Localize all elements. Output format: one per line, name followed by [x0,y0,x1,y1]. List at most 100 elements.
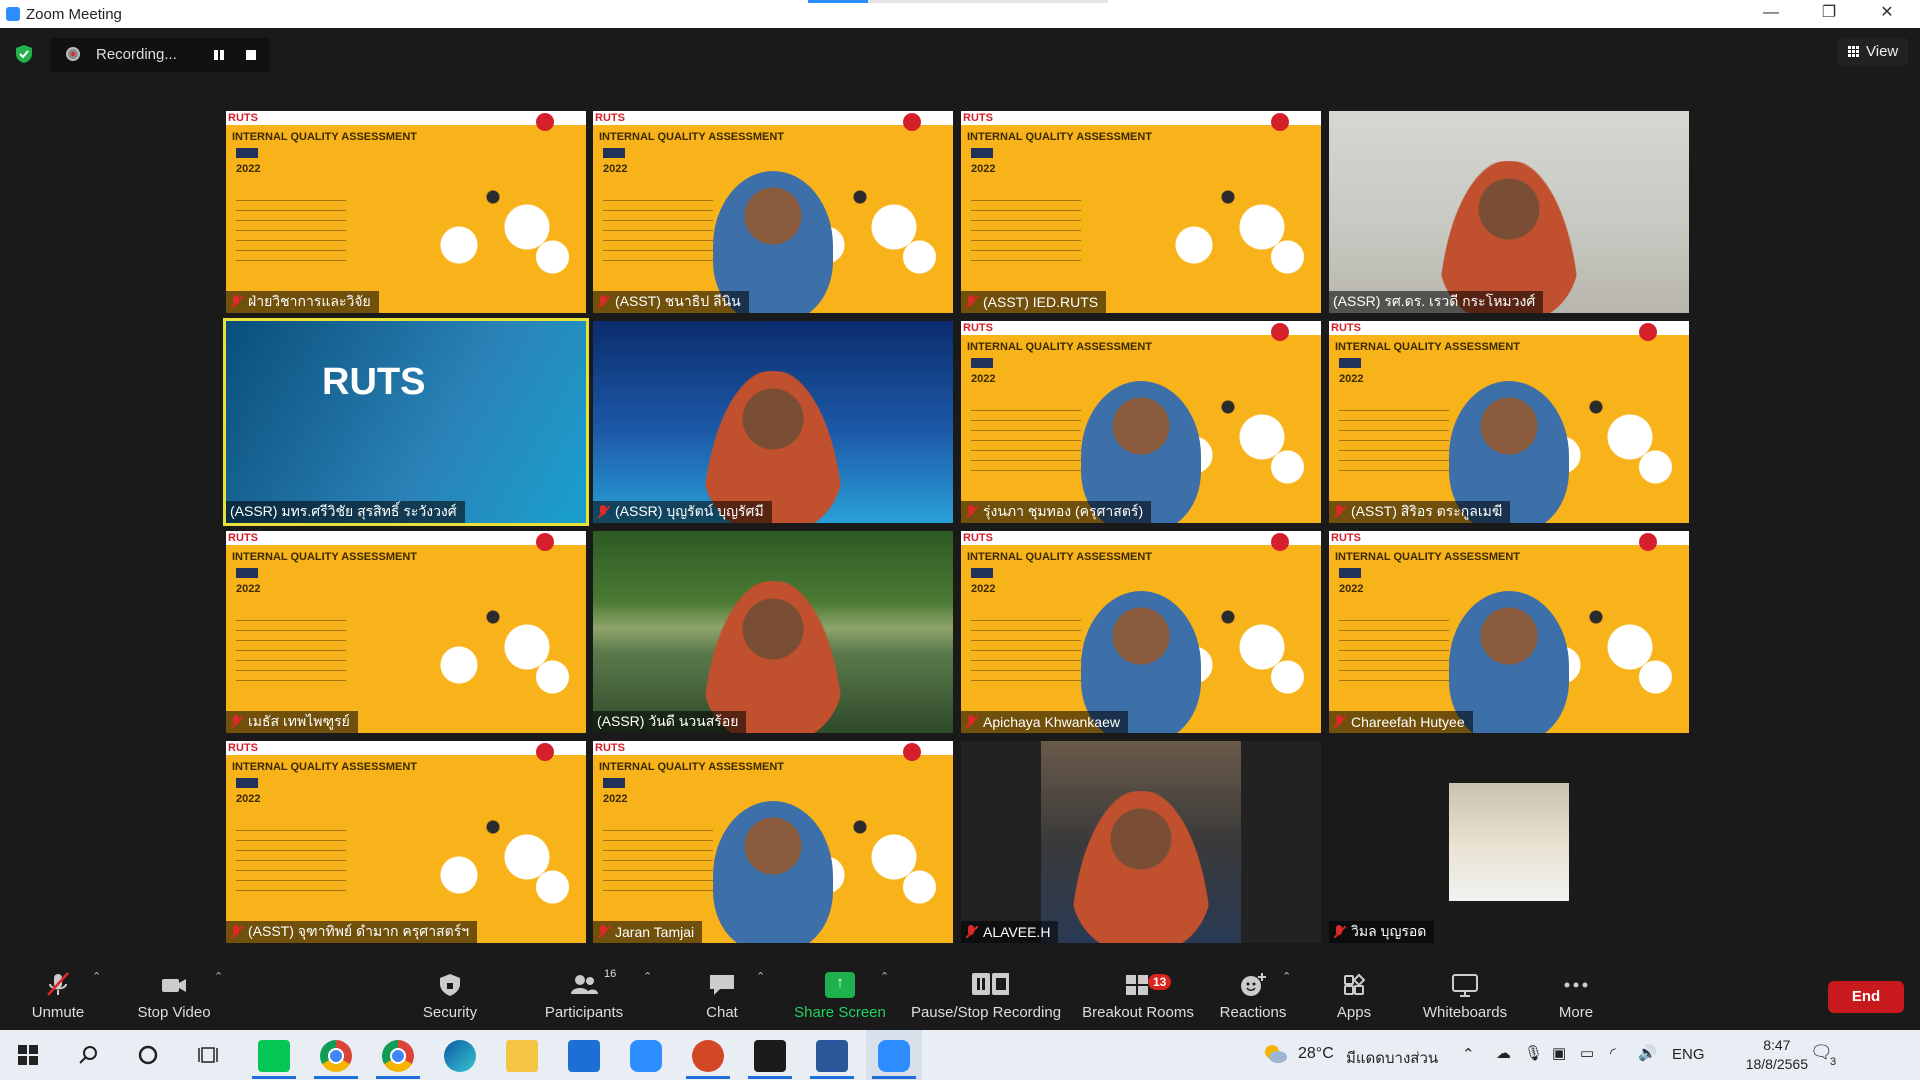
volume-icon[interactable]: 🔊 [1638,1044,1657,1062]
slide-badge-icon [1271,533,1289,551]
video-tile[interactable]: RUTS INTERNAL QUALITY ASSESSMENT 2022 (ASST… [961,111,1321,313]
slide-date-tag [971,358,993,368]
slide-agenda-lines [603,191,713,261]
slide-date-tag [236,148,258,158]
mail-icon[interactable] [568,1040,600,1072]
taskbar-clock[interactable]: 8:47 18/8/2565 [1746,1036,1808,1074]
view-button[interactable]: View [1838,38,1908,66]
video-tile[interactable]: RUTS INTERNAL QUALITY ASSESSMENT 2022 เมธัส… [226,531,586,733]
share-options-caret-icon[interactable]: ⌃ [880,970,889,983]
chrome-icon[interactable] [320,1040,352,1072]
weather-sun-cloud-icon[interactable] [1262,1042,1288,1064]
slide-year: 2022 [1339,373,1364,385]
video-tile[interactable]: ALAVEE.H [961,741,1321,943]
file-explorer-icon[interactable] [506,1040,538,1072]
video-tile[interactable]: (ASSR) วันดี นวนสร้อย [593,531,953,733]
participant-name: Chareefah Hutyee [1351,714,1465,730]
reactions-caret-icon[interactable]: ⌃ [1282,970,1291,983]
task-view-icon[interactable] [198,1045,220,1065]
participant-name-tag: Chareefah Hutyee [1329,711,1473,733]
word-icon[interactable] [816,1040,848,1072]
shared-slide-background: RUTS INTERNAL QUALITY ASSESSMENT 2022 [226,531,586,733]
chrome-profile-icon[interactable] [382,1040,414,1072]
muted-microphone-icon [1333,505,1345,519]
muted-microphone-icon [1333,925,1345,939]
shared-slide-background: RUTS INTERNAL QUALITY ASSESSMENT 2022 [226,741,586,943]
video-tile[interactable]: RUTS INTERNAL QUALITY ASSESSMENT 2022 (ASST… [226,741,586,943]
chat-label: Chat [706,1004,738,1021]
windows-start-icon[interactable] [18,1045,38,1065]
video-tile[interactable]: RUTS INTERNAL QUALITY ASSESSMENT 2022 Chare… [1329,531,1689,733]
chat-button[interactable]: Chat [690,964,754,1024]
recording-indicator: Recording... [50,38,270,72]
video-tile[interactable]: RUTS (ASSR) มทร.ศรีวิชัย สุรสิทธิ์ ระวังว… [223,318,589,526]
clock-date: 18/8/2565 [1745,1056,1808,1072]
stop-recording-icon[interactable] [246,50,256,60]
minimize-button[interactable]: — [1748,0,1794,28]
video-tile[interactable]: RUTS INTERNAL QUALITY ASSESSMENT 2022 (ASST… [593,111,953,313]
edge-icon[interactable] [444,1040,476,1072]
acrobat-icon[interactable] [754,1040,786,1072]
cortana-icon[interactable] [138,1045,158,1065]
powerpoint-icon[interactable] [692,1040,724,1072]
wifi-icon[interactable]: ◜ [1610,1044,1616,1062]
unmute-button[interactable]: Unmute [20,964,96,1024]
share-screen-button[interactable]: Share Screen [790,964,890,1024]
audio-options-caret-icon[interactable]: ⌃ [92,970,101,983]
recording-label: Recording... [96,46,177,63]
video-tile[interactable]: RUTS INTERNAL QUALITY ASSESSMENT 2022 (ASST… [1329,321,1689,523]
pause-recording-icon[interactable] [212,48,226,62]
slide-year: 2022 [1339,583,1364,595]
muted-microphone-icon [597,505,609,519]
microphone-muted-icon [47,972,69,996]
video-options-caret-icon[interactable]: ⌃ [214,970,223,983]
line-app-icon[interactable] [258,1040,290,1072]
video-tile[interactable]: (ASSR) บุญรัตน์ บุญรัศมี [593,321,953,523]
participants-caret-icon[interactable]: ⌃ [643,970,652,983]
weather-temperature[interactable]: 28°C [1298,1045,1334,1063]
more-label: More [1558,1004,1594,1021]
video-tile[interactable]: RUTS INTERNAL QUALITY ASSESSMENT 2022 ฝ่ายว… [226,111,586,313]
microphone-tray-icon[interactable]: 🎙 [1524,1044,1543,1062]
participant-name: (ASST) จุฑาทิพย์ ดำมาก ครุศาสตร์ฯ [248,923,470,939]
video-tile[interactable]: RUTS INTERNAL QUALITY ASSESSMENT 2022 Apich… [961,531,1321,733]
tray-show-hidden-icon[interactable]: ⌃ [1462,1045,1475,1063]
breakout-rooms-button[interactable]: 13 Breakout Rooms [1080,964,1196,1024]
restore-button[interactable]: ❐ [1806,0,1852,28]
security-button[interactable]: Security [412,964,488,1024]
search-icon[interactable] [78,1045,98,1065]
slide-year: 2022 [236,583,261,595]
pause-stop-recording-button[interactable]: Pause/Stop Recording [910,964,1062,1024]
weather-description[interactable]: มีแดดบางส่วน [1346,1046,1438,1070]
whiteboards-button[interactable]: Whiteboards [1410,964,1520,1024]
stop-video-button[interactable]: Stop Video [132,964,216,1024]
participant-name-tag: (ASST) ชนาธิป ลีนิน [593,291,749,313]
messenger-icon[interactable] [630,1040,662,1072]
more-button[interactable]: More [1546,964,1606,1024]
onedrive-icon[interactable]: ☁ [1496,1044,1511,1062]
chat-caret-icon[interactable]: ⌃ [756,970,765,983]
zoom-taskbar-active[interactable] [866,1030,922,1080]
participant-name: Jaran Tamjai [615,924,695,940]
video-tile[interactable]: วิมล บุญรอด [1329,741,1689,943]
drag-indicator[interactable] [808,0,1108,3]
participant-name-tag: ALAVEE.H [961,921,1059,943]
close-button[interactable]: ✕ [1864,0,1910,28]
video-tile[interactable]: (ASSR) รศ.ดร. เรวดี กระโหมวงศ์ [1329,111,1689,313]
participants-button[interactable]: 16 Participants [540,964,628,1024]
view-label: View [1866,43,1899,60]
end-meeting-button[interactable]: End [1828,981,1904,1013]
slide-badge-icon [536,533,554,551]
video-tile[interactable]: RUTS INTERNAL QUALITY ASSESSMENT 2022 รุ่งน… [961,321,1321,523]
encryption-shield-icon[interactable] [14,44,34,64]
participant-name: (ASSR) บุญรัตน์ บุญรัศมี [615,503,764,519]
ruts-logo-text: RUTS [595,742,625,754]
video-tile[interactable]: RUTS INTERNAL QUALITY ASSESSMENT 2022 Jaran… [593,741,953,943]
battery-icon[interactable]: ▭ [1580,1044,1594,1062]
input-language[interactable]: ENG [1672,1046,1705,1063]
profile-photo [1449,783,1569,901]
display-tray-icon[interactable]: ▣ [1552,1044,1566,1062]
participant-name-tag: (ASSR) รศ.ดร. เรวดี กระโหมวงศ์ [1329,291,1544,313]
slide-illustration [408,791,578,911]
apps-button[interactable]: Apps [1320,964,1388,1024]
